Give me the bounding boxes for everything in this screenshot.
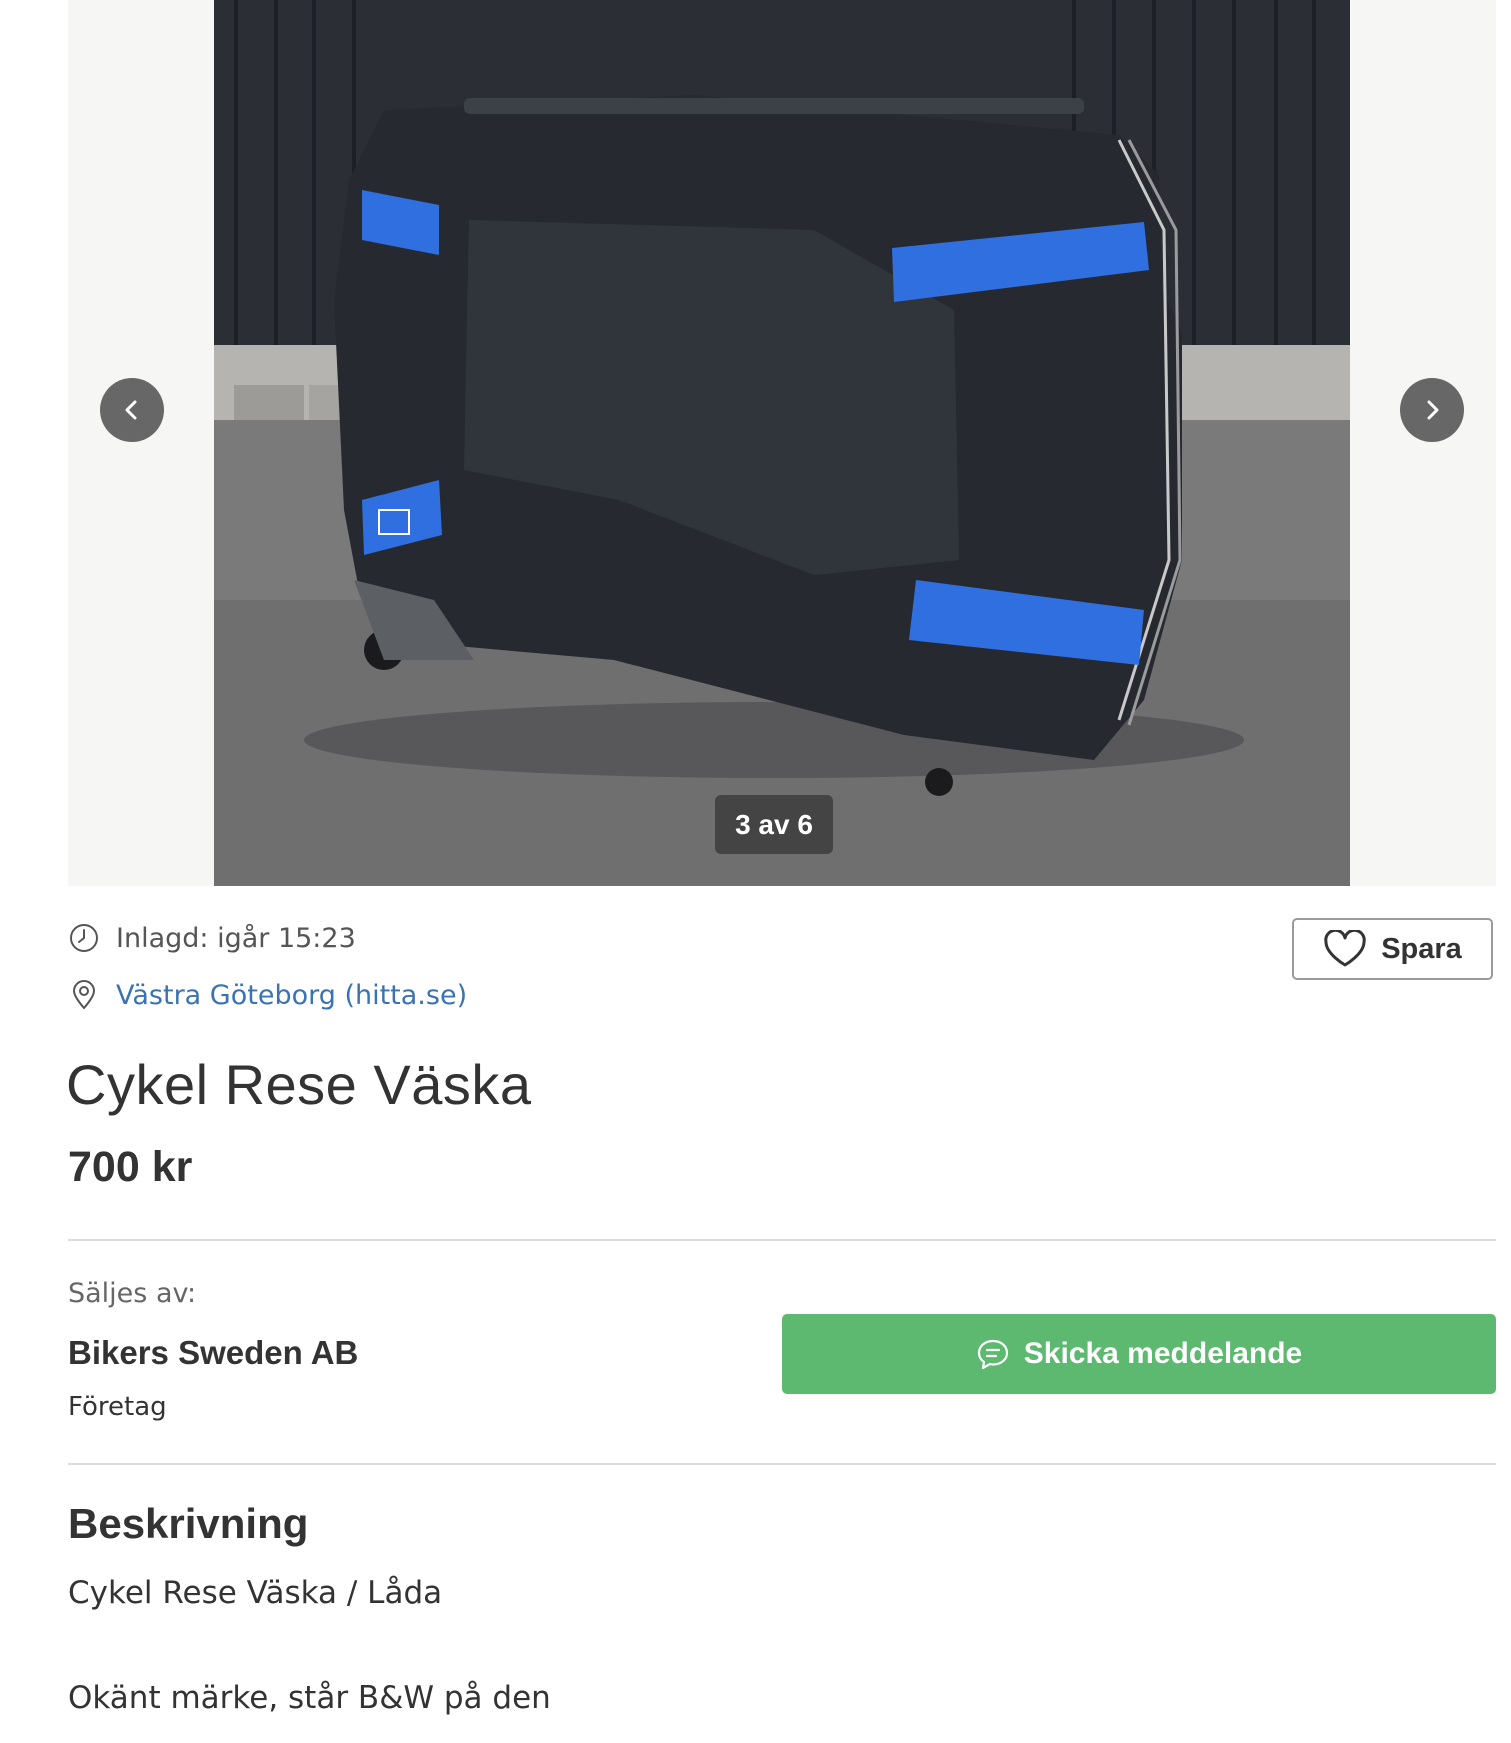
posted-text: Inlagd: igår 15:23	[116, 922, 356, 954]
send-message-button[interactable]: Skicka meddelande	[782, 1314, 1496, 1394]
description-heading: Beskrivning	[68, 1500, 309, 1547]
image-counter: 3 av 6	[715, 795, 833, 854]
posted-date: Inlagd: igår 15:23	[68, 922, 356, 954]
previous-image-button[interactable]	[100, 378, 164, 442]
divider	[68, 1239, 1496, 1241]
seller-label: Säljes av:	[68, 1278, 197, 1309]
save-button[interactable]: Spara	[1292, 918, 1493, 980]
seller-name: Bikers Sweden AB	[68, 1334, 359, 1371]
clock-icon	[68, 922, 100, 954]
listing-photo[interactable]	[214, 0, 1350, 886]
image-gallery: 3 av 6	[68, 0, 1496, 886]
chevron-right-icon	[1427, 400, 1439, 420]
description-line: Cykel Rese Väska / Låda	[68, 1575, 443, 1611]
send-message-label: Skicka meddelande	[1023, 1337, 1303, 1370]
heart-icon	[1324, 930, 1366, 967]
listing-price: 700 kr	[68, 1143, 193, 1191]
location: Västra Göteborg (hitta.se)	[68, 979, 467, 1011]
seller-type: Företag	[68, 1392, 167, 1422]
next-image-button[interactable]	[1400, 378, 1464, 442]
listing-title: Cykel Rese Väska	[66, 1053, 532, 1116]
location-link[interactable]: Västra Göteborg (hitta.se)	[116, 980, 467, 1011]
chat-bubble-icon	[977, 1339, 1008, 1370]
location-pin-icon	[68, 979, 100, 1011]
divider	[68, 1463, 1496, 1465]
save-label: Spara	[1381, 932, 1462, 965]
chevron-left-icon	[125, 400, 137, 420]
listing-page: 3 av 6 Inlagd: igår 15:23 Västra Götebor…	[0, 0, 1511, 1743]
description-line: Okänt märke, står B&W på den	[68, 1680, 551, 1716]
